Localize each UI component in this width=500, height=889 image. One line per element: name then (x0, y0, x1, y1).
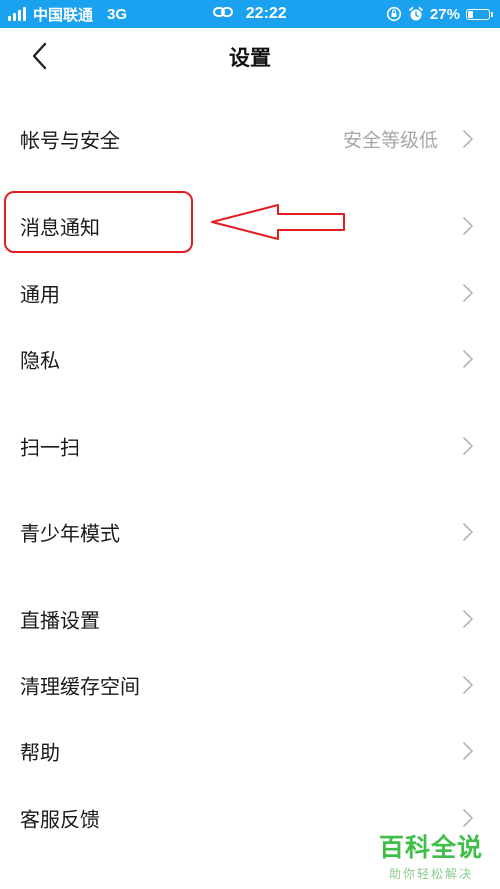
settings-item-label: 帐号与安全 (20, 128, 120, 153)
settings-item-label: 通用 (20, 282, 60, 307)
alarm-icon (408, 6, 424, 22)
settings-item-label: 隐私 (20, 348, 60, 373)
settings-item-account-security[interactable]: 帐号与安全 安全等级低 (0, 107, 500, 171)
settings-item-scan[interactable]: 扫一扫 (0, 414, 500, 478)
settings-item-privacy[interactable]: 隐私 (0, 327, 500, 391)
settings-item-clear-cache[interactable]: 清理缓存空间 (0, 653, 500, 717)
settings-item-label: 青少年模式 (20, 521, 120, 546)
page-title: 设置 (229, 46, 271, 70)
settings-item-teen-mode[interactable]: 青少年模式 (0, 500, 500, 564)
settings-item-general[interactable]: 通用 (0, 261, 500, 325)
battery-percent: 27% (429, 5, 460, 23)
chevron-right-icon (463, 130, 473, 148)
settings-item-live-settings[interactable]: 直播设置 (0, 587, 500, 651)
annotation-arrow-icon (211, 204, 345, 240)
annotation-highlight-box (4, 191, 193, 253)
chevron-right-icon (463, 217, 473, 235)
nav-bar: 设置 (0, 28, 500, 84)
chevron-right-icon (463, 809, 473, 827)
chevron-right-icon (463, 742, 473, 760)
chevron-right-icon (463, 437, 473, 455)
settings-item-help[interactable]: 帮助 (0, 719, 500, 783)
settings-item-label: 直播设置 (20, 608, 100, 633)
watermark-title: 百科全说 (378, 833, 483, 862)
settings-item-label: 帮助 (20, 740, 60, 765)
status-bar: 中国联通 3G 22:22 27% (0, 0, 500, 28)
chevron-right-icon (463, 610, 473, 628)
orientation-lock-icon (386, 6, 402, 22)
security-level-value: 安全等级低 (342, 129, 438, 152)
chevron-right-icon (463, 676, 473, 694)
status-bar-right: 27% (386, 4, 493, 24)
chevron-right-icon (463, 284, 473, 302)
link-icon (213, 3, 234, 23)
settings-item-label: 客服反馈 (20, 807, 100, 832)
settings-item-label: 清理缓存空间 (20, 674, 140, 699)
watermark-subtitle: 助你轻松解决 (388, 867, 473, 881)
clock: 22:22 (245, 5, 287, 22)
settings-item-label: 扫一扫 (20, 435, 80, 460)
watermark: 百科全说 助你轻松解决 (376, 828, 486, 882)
battery-icon (466, 8, 493, 20)
chevron-right-icon (463, 523, 473, 541)
chevron-right-icon (463, 350, 473, 368)
